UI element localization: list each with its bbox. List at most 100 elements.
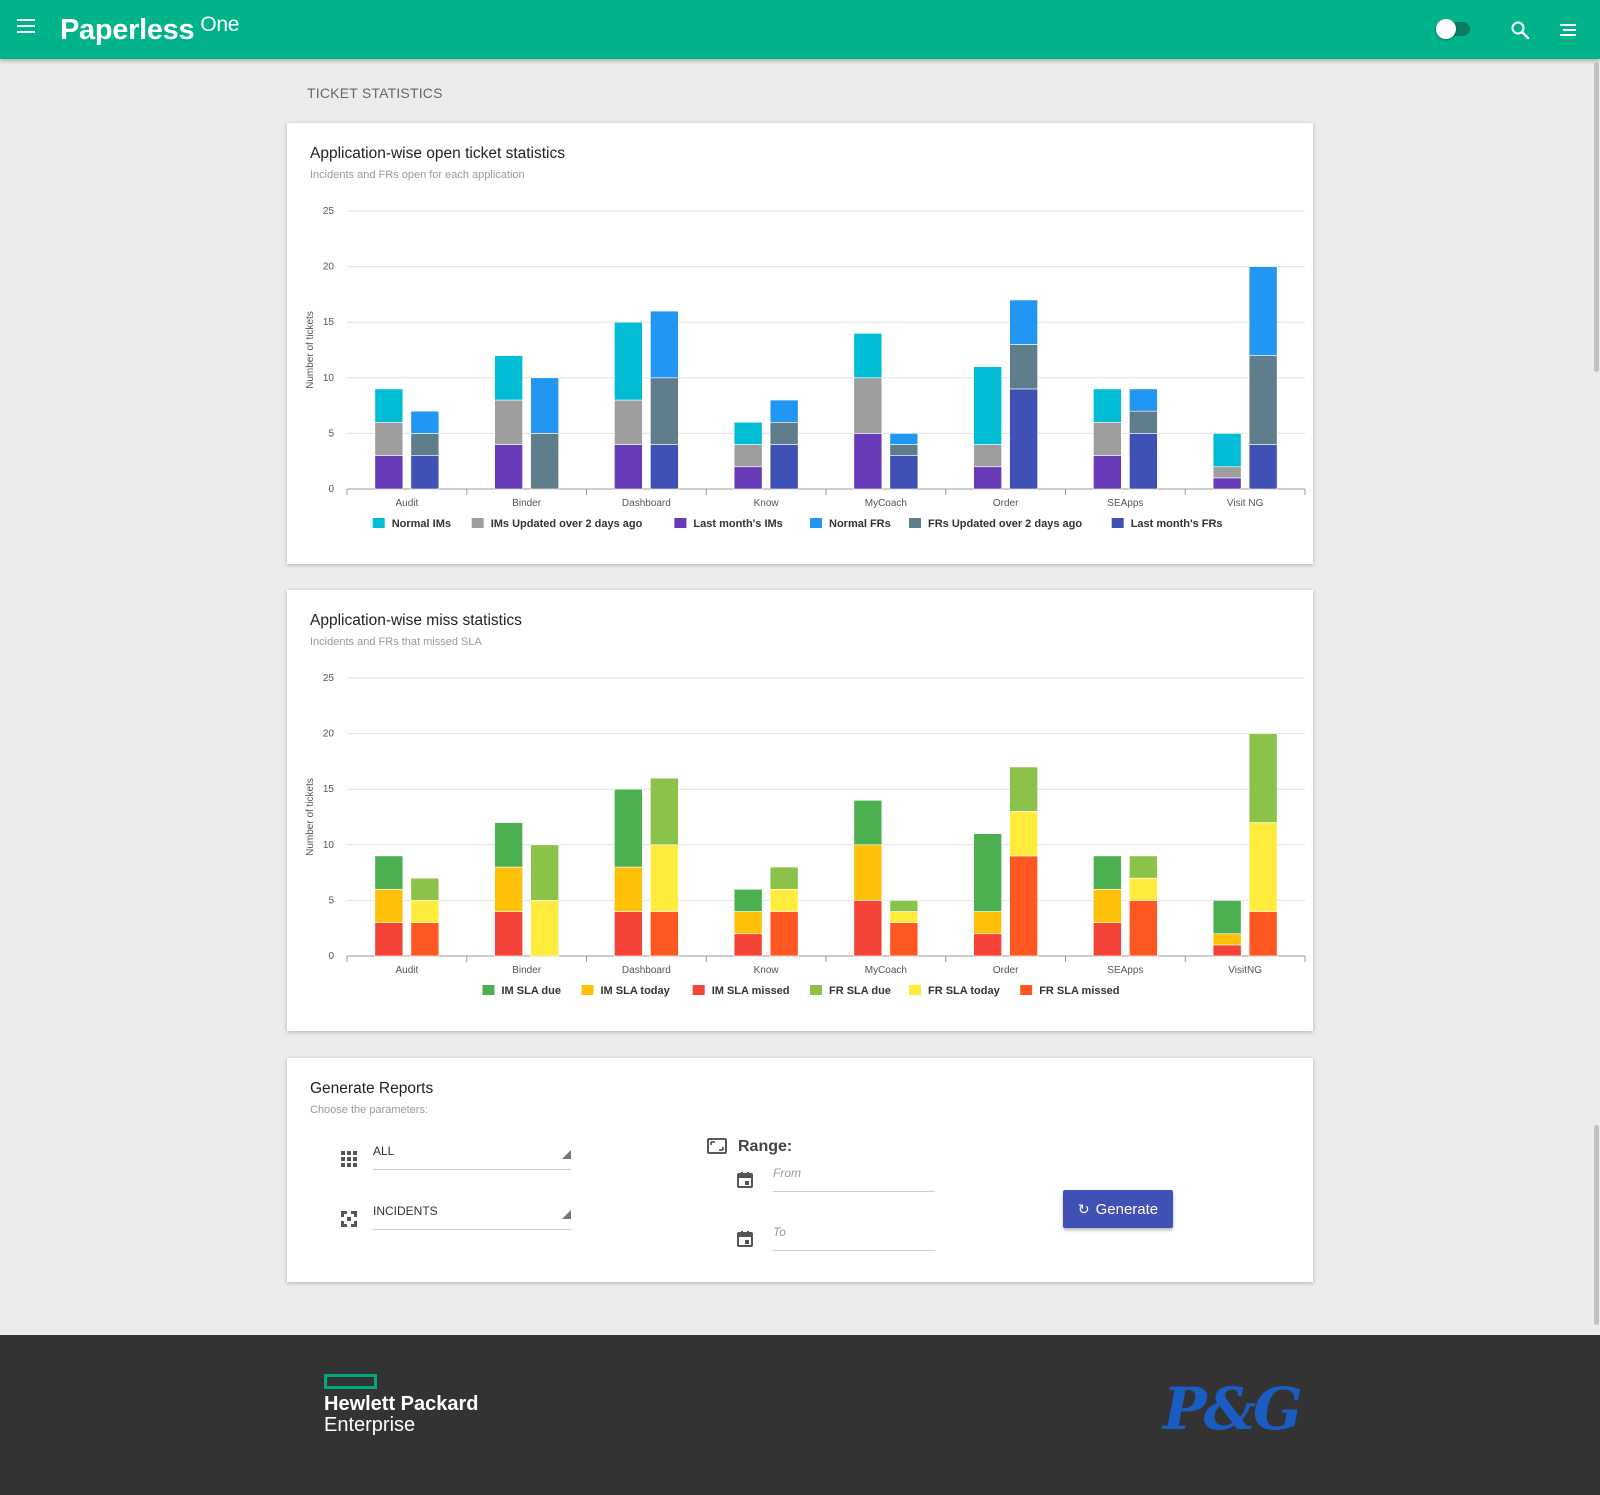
- bar-segment[interactable]: [1248, 355, 1278, 445]
- bar-segment[interactable]: [1129, 900, 1158, 957]
- bar-segment[interactable]: [494, 444, 523, 490]
- bar-segment[interactable]: [1009, 299, 1038, 345]
- bar-segment[interactable]: [1093, 855, 1122, 890]
- bar-segment[interactable]: [374, 922, 404, 957]
- legend-label[interactable]: IM SLA missed: [712, 985, 790, 997]
- bar-segment[interactable]: [530, 844, 559, 901]
- scrollbar-thumb[interactable]: [1594, 62, 1599, 372]
- to-date-field[interactable]: [773, 1221, 935, 1251]
- legend-label[interactable]: FR SLA due: [829, 985, 891, 997]
- legend-label[interactable]: Normal IMs: [392, 518, 451, 530]
- bar-segment[interactable]: [769, 911, 799, 957]
- bar-segment[interactable]: [1212, 477, 1242, 490]
- bar-segment[interactable]: [853, 844, 883, 901]
- bar-segment[interactable]: [1212, 900, 1242, 935]
- bar-segment[interactable]: [494, 911, 523, 957]
- bar-segment[interactable]: [853, 900, 883, 957]
- bar-segment[interactable]: [614, 866, 643, 912]
- bar-segment[interactable]: [1009, 811, 1038, 857]
- bar-segment[interactable]: [410, 433, 440, 456]
- legend-swatch[interactable]: [810, 985, 822, 995]
- bar-segment[interactable]: [650, 844, 679, 912]
- hamburger-menu-icon[interactable]: [17, 19, 35, 33]
- bar-segment[interactable]: [1093, 388, 1122, 423]
- calendar-icon[interactable]: [736, 1171, 754, 1189]
- ticket-type-select[interactable]: INCIDENTS: [373, 1200, 571, 1230]
- theme-toggle[interactable]: [1436, 19, 1470, 39]
- legend-swatch[interactable]: [372, 518, 385, 528]
- bar-segment[interactable]: [374, 421, 404, 456]
- app-brand[interactable]: Paperless One: [60, 13, 239, 47]
- bar-segment[interactable]: [853, 333, 883, 379]
- bar-segment[interactable]: [733, 911, 763, 935]
- bar-segment[interactable]: [769, 866, 799, 890]
- bar-segment[interactable]: [374, 855, 404, 890]
- scrollbar-thumb-lower[interactable]: [1594, 1125, 1599, 1325]
- bar-segment[interactable]: [1212, 466, 1242, 479]
- bar-segment[interactable]: [650, 377, 679, 445]
- bar-segment[interactable]: [733, 933, 763, 957]
- bar-segment[interactable]: [973, 933, 1002, 957]
- bar-segment[interactable]: [1009, 766, 1038, 812]
- bar-segment[interactable]: [410, 922, 440, 957]
- bar-segment[interactable]: [530, 433, 559, 490]
- bar-segment[interactable]: [374, 888, 404, 923]
- legend-swatch[interactable]: [810, 518, 822, 528]
- from-date-input[interactable]: [773, 1166, 935, 1180]
- to-date-input[interactable]: [773, 1225, 935, 1239]
- bar-segment[interactable]: [1129, 388, 1158, 412]
- legend-swatch[interactable]: [1020, 985, 1033, 995]
- bar-segment[interactable]: [1212, 933, 1242, 946]
- bar-segment[interactable]: [973, 833, 1002, 912]
- bar-segment[interactable]: [1093, 455, 1122, 490]
- bar-segment[interactable]: [494, 355, 523, 401]
- bar-segment[interactable]: [769, 444, 799, 490]
- bar-segment[interactable]: [530, 900, 559, 957]
- bar-segment[interactable]: [410, 900, 440, 923]
- bar-segment[interactable]: [1248, 266, 1278, 356]
- legend-label[interactable]: IMs Updated over 2 days ago: [491, 518, 643, 530]
- legend-swatch[interactable]: [471, 518, 484, 528]
- legend-swatch[interactable]: [692, 985, 705, 995]
- bar-segment[interactable]: [614, 788, 643, 868]
- bar-segment[interactable]: [889, 922, 919, 957]
- legend-label[interactable]: FR SLA missed: [1039, 985, 1119, 997]
- bar-segment[interactable]: [769, 399, 799, 423]
- search-icon[interactable]: [1510, 20, 1532, 42]
- bar-segment[interactable]: [889, 911, 919, 923]
- bar-segment[interactable]: [494, 822, 523, 868]
- bar-segment[interactable]: [614, 321, 643, 401]
- bar-segment[interactable]: [1248, 911, 1278, 957]
- calendar-icon[interactable]: [736, 1230, 754, 1248]
- bar-segment[interactable]: [1093, 922, 1122, 957]
- bar-segment[interactable]: [973, 366, 1002, 445]
- legend-swatch[interactable]: [674, 518, 687, 528]
- bar-segment[interactable]: [769, 421, 799, 445]
- bar-segment[interactable]: [614, 444, 643, 490]
- generate-button[interactable]: ↻ Generate: [1063, 1190, 1173, 1228]
- bar-segment[interactable]: [889, 444, 919, 456]
- bar-segment[interactable]: [650, 911, 679, 957]
- bar-segment[interactable]: [1129, 877, 1158, 901]
- legend-swatch[interactable]: [482, 985, 495, 995]
- bar-segment[interactable]: [1093, 888, 1122, 923]
- legend-label[interactable]: Last month's IMs: [693, 518, 782, 530]
- bar-segment[interactable]: [374, 388, 404, 423]
- application-select[interactable]: ALL: [373, 1140, 571, 1170]
- bar-segment[interactable]: [1129, 433, 1158, 490]
- bar-segment[interactable]: [410, 410, 440, 434]
- bar-segment[interactable]: [1009, 344, 1038, 390]
- bar-segment[interactable]: [733, 888, 763, 912]
- bar-segment[interactable]: [614, 399, 643, 445]
- bar-segment[interactable]: [973, 466, 1002, 490]
- legend-swatch[interactable]: [581, 985, 594, 995]
- bar-segment[interactable]: [973, 444, 1002, 468]
- bar-segment[interactable]: [973, 911, 1002, 935]
- legend-label[interactable]: IM SLA today: [601, 985, 671, 997]
- filter-list-icon[interactable]: [1558, 21, 1578, 39]
- bar-segment[interactable]: [1248, 444, 1278, 490]
- bar-segment[interactable]: [1129, 410, 1158, 434]
- bar-segment[interactable]: [733, 444, 763, 468]
- bar-segment[interactable]: [1212, 433, 1242, 468]
- from-date-field[interactable]: [773, 1162, 935, 1192]
